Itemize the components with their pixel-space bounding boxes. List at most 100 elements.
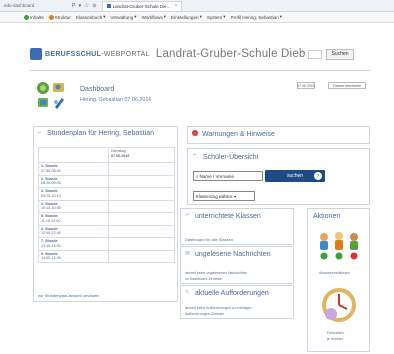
- schueler-title: Schüler-Übersicht: [203, 154, 259, 161]
- chevron-down-icon: ▾: [199, 14, 202, 19]
- period-name: 6. Stunde: [41, 226, 58, 231]
- chevron-down-icon: ▾: [103, 14, 106, 19]
- chevron-down-icon: ▾: [223, 14, 226, 19]
- student-search-input[interactable]: ⌕ Name / Vorname: [193, 171, 263, 181]
- aufforderungen-text: derzeit keine Aufforderungen zu erledige…: [185, 306, 252, 310]
- menu-item-inhalte[interactable]: Inhalte: [24, 14, 44, 20]
- menu-label: Struktur: [54, 14, 71, 20]
- warning-icon: !: [192, 130, 198, 136]
- lesson-cell[interactable]: [108, 187, 175, 201]
- period-name: 4. Stunde: [41, 201, 58, 206]
- site-header: BERUFSSCHUL-WEBPORTAL Landrat-Gruber-Sch…: [30, 43, 370, 65]
- message-icon: ✉: [185, 251, 191, 257]
- day-name: Dienstag: [111, 149, 126, 153]
- tab-close-icon[interactable]: ×: [174, 3, 177, 9]
- period-time: 11:15-12:00: [41, 218, 61, 223]
- lesson-cell[interactable]: [108, 162, 175, 176]
- portal-logo-icon: [30, 48, 42, 60]
- student-icon: ⌐: [193, 152, 197, 158]
- klassen-title: unterrichtete Klassen: [195, 213, 261, 220]
- period-time: 10:15-10:55: [41, 206, 61, 210]
- period-time: 14:00-14:45: [41, 256, 61, 260]
- lesson-cell[interactable]: [108, 199, 175, 213]
- chevron-down-icon: ▾: [234, 193, 237, 199]
- aktionen-title: Aktionen: [313, 213, 341, 220]
- browser-tab[interactable]: Landrat-Gruber-Schule Die... ×: [101, 0, 183, 11]
- menu-item-system[interactable]: System ▾: [207, 14, 226, 20]
- nachrichten-text: derzeit keine ungelesenen Nachrichten: [185, 271, 248, 275]
- menu-label: Workflows: [141, 14, 163, 20]
- table-row: 2. Stunde 08:20-09:05: [38, 174, 175, 188]
- class-icon: ⌐: [186, 212, 190, 218]
- klassenzug-select[interactable]: Klassenzug wählen ▾: [193, 191, 255, 201]
- menu-item-profil[interactable]: Profil Hering, Sebastian ▾: [231, 14, 283, 20]
- stundenplan-table: Dienstag 07.06.2016 1. Stunde 07:55-08:40 …: [38, 147, 175, 263]
- date-field[interactable]: 07.06.2016: [297, 82, 315, 89]
- period-label: 6. Stunde 12:00-12:45: [38, 224, 109, 238]
- student-search-button[interactable]: suchen ›: [265, 170, 325, 182]
- period-label: 8. Stunde 14:00-14:45: [38, 249, 109, 263]
- stundenplan-link[interactable]: zur Stundenplan-Ansicht wechseln: [38, 293, 99, 298]
- fehlzeiten-action[interactable]: Fehlzeiten je Schüler: [311, 285, 367, 347]
- period-label: 1. Stunde 07:55-08:40: [38, 162, 109, 176]
- klassen-text[interactable]: Dashboard für alle Klassen: [185, 237, 233, 242]
- fehlzeiten-label-1: Fehlzeiten: [327, 331, 344, 335]
- browser-bar: edu-dashboard P ▾ ☆ ⊙ Landrat-Gruber-Sch…: [0, 0, 394, 12]
- day-date: 07.06.2016: [111, 153, 130, 158]
- period-time: 08:20-09:05: [41, 181, 61, 185]
- nachrichten-link[interactable]: im Dashboard-Zentrale: [185, 277, 222, 281]
- request-icon: ✎: [185, 290, 191, 296]
- day-header: Dienstag 07.06.2016: [108, 147, 175, 163]
- brand-bold: BERUFSSCHUL: [45, 50, 102, 58]
- inhalte-icon: [24, 14, 29, 20]
- main-menu: Inhalte Struktur Klassenbuch ▾ Verwaltung…: [0, 12, 394, 23]
- absence-clock-icon: [322, 288, 356, 322]
- nachrichten-title: ungelesene Nachrichten: [195, 251, 271, 258]
- calendar-icon: ⌐: [38, 130, 42, 136]
- lesson-cell[interactable]: [108, 174, 175, 188]
- table-row: 1. Stunde 07:55-08:40: [38, 162, 175, 176]
- lesson-cell[interactable]: [108, 249, 175, 263]
- period-time: 07:55-08:40: [41, 168, 61, 173]
- period-name: 8. Stunde: [41, 251, 58, 256]
- address-bar-icons[interactable]: P ▾ ☆ ⊙: [72, 3, 98, 9]
- school-name: Landrat-Gruber-Schule Dieb: [155, 48, 306, 60]
- anwesenheit-label: Anwesenheitslisten: [319, 271, 350, 275]
- aktionen-panel: Aktionen Anwesenheitslisten Fehlzeiten j…: [307, 208, 370, 352]
- header-divider: [30, 70, 370, 71]
- anwesenheit-action[interactable]: Anwesenheitslisten: [311, 227, 367, 277]
- chevron-down-icon: ▾: [163, 14, 166, 19]
- menu-item-struktur[interactable]: Struktur: [48, 14, 71, 20]
- aufforderungen-link[interactable]: Aufforderungen-Zentrale: [185, 312, 224, 316]
- select-value: Klassenzug wählen: [196, 193, 233, 199]
- period-time: 09:25-10:10: [41, 193, 61, 198]
- menu-label: System: [206, 14, 223, 20]
- change-date-button[interactable]: Datum wechseln: [328, 82, 366, 89]
- period-label: 5. Stunde 11:15-12:00: [38, 212, 109, 226]
- search-button-label: suchen: [286, 173, 304, 179]
- menu-item-workflows[interactable]: Workflows ▾: [142, 14, 166, 20]
- menu-item-klassenbuch[interactable]: Klassenbuch ▾: [76, 14, 106, 20]
- lesson-cell[interactable]: [108, 212, 175, 226]
- menu-item-verwaltung[interactable]: Verwaltung ▾: [111, 14, 137, 20]
- address-bar[interactable]: edu-dashboard: [4, 3, 64, 8]
- portal-brand: BERUFSSCHUL-WEBPORTAL: [45, 51, 150, 58]
- header-search-button[interactable]: Suchen: [325, 48, 355, 60]
- menu-item-einstellungen[interactable]: Einstellungen ▾: [171, 14, 202, 20]
- brand-rest: -WEBPORTAL: [101, 50, 150, 58]
- lesson-cell[interactable]: [108, 224, 175, 238]
- search-placeholder: Name / Vorname: [199, 173, 234, 179]
- fehlzeiten-label-2: je Schüler: [327, 337, 343, 341]
- tab-title: Landrat-Gruber-Schule Die...: [112, 3, 171, 9]
- aufforderungen-title: aktuelle Aufforderungen: [195, 290, 269, 297]
- table-row: 8. Stunde 14:00-14:45: [38, 249, 175, 263]
- nachrichten-panel: ✉ ungelesene Nachrichten derzeit keine u…: [180, 246, 294, 284]
- menu-label: Einstellungen: [170, 14, 199, 20]
- period-name: 2. Stunde: [41, 176, 58, 181]
- header-search-input[interactable]: [307, 49, 322, 59]
- arrow-right-icon: ›: [314, 172, 322, 180]
- table-row: 3. Stunde 09:25-10:10: [38, 187, 175, 201]
- menu-label: Klassenbuch: [75, 14, 103, 20]
- lesson-cell[interactable]: [108, 237, 175, 251]
- search-icon: ⌕: [196, 173, 199, 179]
